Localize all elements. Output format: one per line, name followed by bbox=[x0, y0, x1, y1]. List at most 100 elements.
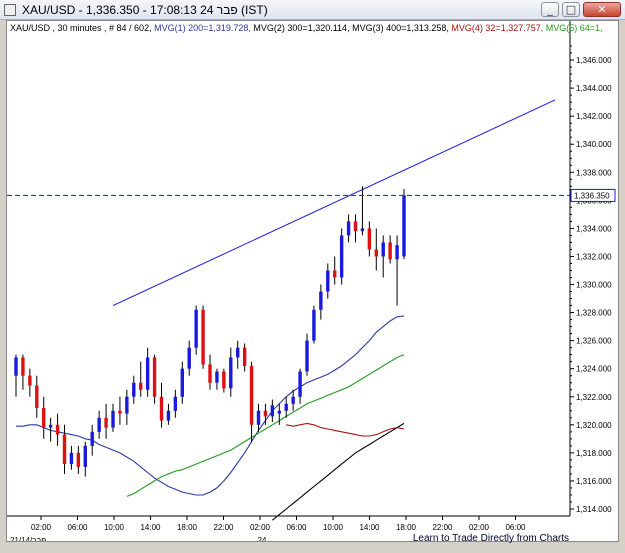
candle-body bbox=[90, 431, 94, 446]
candle-body bbox=[353, 221, 358, 232]
candle-body bbox=[173, 396, 178, 411]
candle-body bbox=[76, 452, 81, 467]
time-tick-label: 22:00 bbox=[432, 523, 453, 532]
candle-body bbox=[28, 375, 32, 386]
time-tick-label: 06:00 bbox=[286, 523, 307, 532]
time-tick-label: 18:00 bbox=[396, 523, 417, 532]
candle-body bbox=[374, 249, 378, 257]
price-tick-label: 1,318.000 bbox=[576, 449, 612, 458]
maximize-icon[interactable]: □ bbox=[562, 2, 580, 17]
price-tick-label: 1,342.000 bbox=[576, 112, 612, 121]
candle-body bbox=[166, 410, 171, 421]
minimize-icon[interactable]: _ bbox=[541, 2, 559, 17]
price-tick-label: 1,338.000 bbox=[576, 168, 612, 177]
candle-body bbox=[402, 195, 406, 257]
window-title: XAU/USD - 1,336.350 - 17:08:13 פבר 24 (I… bbox=[22, 3, 268, 17]
price-chart[interactable]: 1,314.000 1,316.000 1,318.000 1,320.000 1,32… bbox=[7, 21, 618, 541]
candle-body bbox=[215, 371, 219, 383]
time-tick-label: 06:00 bbox=[505, 523, 526, 532]
candle-body bbox=[249, 365, 254, 425]
app-icon bbox=[4, 4, 16, 16]
candle-body bbox=[319, 291, 323, 310]
moving-average-line bbox=[16, 315, 405, 496]
moving-average-line bbox=[272, 422, 405, 521]
candle-body bbox=[291, 396, 295, 404]
time-tick-label: 06:00 bbox=[67, 523, 88, 532]
candle-body bbox=[284, 403, 288, 411]
candle-body bbox=[236, 347, 240, 358]
candle-body bbox=[242, 347, 247, 366]
candle-body bbox=[125, 396, 129, 414]
mvg1-label: MVG(1) 200=1,319.728, bbox=[154, 23, 251, 33]
price-tick-label: 1,320.000 bbox=[576, 421, 612, 430]
candle-body bbox=[159, 396, 164, 421]
candle-body bbox=[339, 235, 344, 278]
price-tick-label: 1,316.000 bbox=[576, 477, 612, 486]
time-tick-label: 18:00 bbox=[177, 523, 198, 532]
candle-body bbox=[333, 270, 337, 278]
candle-body bbox=[42, 407, 46, 428]
candle-body bbox=[367, 228, 372, 250]
candle-body bbox=[152, 357, 157, 397]
candle-body bbox=[62, 434, 67, 465]
candle-body bbox=[118, 410, 122, 414]
candle-body bbox=[208, 364, 212, 383]
candle-body bbox=[395, 245, 399, 260]
price-tick-label: 1,346.000 bbox=[576, 56, 612, 65]
indicator-legend: XAU/USD , 30 minutes , # 84 / 602, MVG(1… bbox=[10, 23, 603, 33]
candle-body bbox=[277, 410, 281, 414]
candle-body bbox=[326, 270, 330, 292]
learn-to-trade-link[interactable]: Learn to Trade Directly from Charts bbox=[413, 533, 569, 544]
candle-body bbox=[229, 357, 233, 389]
candle-body bbox=[69, 452, 74, 465]
candle-body bbox=[222, 371, 226, 389]
price-tick-label: 1,340.000 bbox=[576, 140, 612, 149]
candle-body bbox=[132, 382, 136, 397]
date-label: 21/14/פבר bbox=[10, 536, 46, 541]
price-tick-label: 1,328.000 bbox=[576, 309, 612, 318]
candle-body bbox=[381, 242, 385, 257]
time-tick-label: 02:00 bbox=[31, 523, 52, 532]
price-tick-label: 1,324.000 bbox=[576, 365, 612, 374]
candle-body bbox=[139, 382, 143, 390]
candle-body bbox=[14, 357, 18, 376]
candle-body bbox=[263, 410, 268, 417]
date-label: 24 bbox=[258, 536, 267, 541]
symbol-info: XAU/USD , 30 minutes , # 84 / 602, bbox=[10, 23, 152, 33]
time-tick-label: 22:00 bbox=[213, 523, 234, 532]
chart-area[interactable]: 1,314.000 1,316.000 1,318.000 1,320.000 1,32… bbox=[6, 20, 619, 542]
candle-body bbox=[145, 357, 150, 390]
moving-average-line bbox=[126, 354, 405, 497]
time-tick-label: 14:00 bbox=[140, 523, 161, 532]
candle-body bbox=[35, 385, 39, 408]
candle-body bbox=[305, 340, 309, 372]
time-tick-label: 10:00 bbox=[104, 523, 125, 532]
price-tick-label: 1,344.000 bbox=[576, 84, 612, 93]
title-bar: XAU/USD - 1,336.350 - 17:08:13 פבר 24 (I… bbox=[0, 0, 625, 20]
price-tick-label: 1,334.000 bbox=[576, 224, 612, 233]
time-tick-label: 14:00 bbox=[359, 523, 380, 532]
price-tick-label: 1,332.000 bbox=[576, 252, 612, 261]
candle-body bbox=[180, 368, 184, 397]
candle-body bbox=[194, 309, 198, 348]
candle-body bbox=[83, 445, 87, 467]
mvg3-label: MVG(3) 400=1,313.258, bbox=[352, 23, 449, 33]
close-icon[interactable]: ✕ bbox=[583, 2, 621, 17]
candle-body bbox=[270, 405, 275, 417]
candle-body bbox=[256, 410, 261, 425]
price-tick-label: 1,314.000 bbox=[576, 505, 612, 514]
price-tick-label: 1,330.000 bbox=[576, 281, 612, 290]
time-tick-label: 02:00 bbox=[469, 523, 490, 532]
current-price-label: 1,336.350 bbox=[574, 191, 610, 200]
candle-body bbox=[360, 228, 365, 232]
time-tick-label: 10:00 bbox=[323, 523, 344, 532]
candle-body bbox=[97, 417, 101, 432]
candle-body bbox=[55, 424, 60, 435]
candle-body bbox=[21, 357, 25, 376]
candle-body bbox=[111, 410, 115, 428]
candle-body bbox=[312, 309, 316, 341]
time-tick-label: 02:00 bbox=[250, 523, 271, 532]
candle-body bbox=[201, 309, 205, 365]
mvg5-label: MVG(5) 64=1, bbox=[545, 23, 603, 33]
price-tick-label: 1,326.000 bbox=[576, 337, 612, 346]
